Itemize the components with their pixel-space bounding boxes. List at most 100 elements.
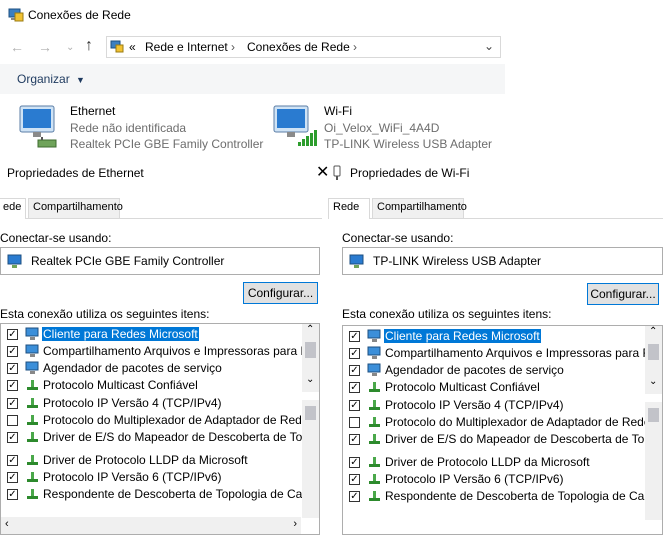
list-item[interactable]: Protocolo do Multiplexador de Adaptador … — [343, 414, 662, 431]
list-item[interactable]: ✓ Cliente para Redes Microsoft — [343, 328, 644, 345]
protocol-icon — [27, 415, 38, 425]
protocol-icon — [27, 380, 38, 390]
list-item[interactable]: ✓ Agendador de pacotes de serviço — [343, 362, 644, 379]
vertical-scrollbar-track[interactable] — [645, 402, 662, 520]
connection-name: Ethernet — [70, 104, 116, 118]
protocol-icon — [27, 472, 38, 482]
item-checkbox[interactable]: ✓ — [7, 398, 18, 409]
back-icon[interactable]: ← — [10, 39, 24, 55]
close-icon[interactable]: ✕ — [316, 162, 329, 182]
item-checkbox[interactable] — [349, 417, 360, 428]
item-checkbox[interactable]: ✓ — [7, 346, 18, 357]
organize-button[interactable]: Organizar ▼ — [17, 72, 85, 86]
scroll-thumb[interactable] — [648, 408, 659, 422]
scroll-up-icon[interactable]: ⌃ — [306, 324, 314, 335]
item-label: Compartilhamento Arquivos e Impressoras … — [43, 344, 320, 358]
horizontal-scrollbar[interactable]: ‹ › — [1, 517, 301, 534]
breadcrumb-conexoes[interactable]: Conexões de Rede — [247, 40, 350, 54]
item-checkbox[interactable] — [7, 415, 18, 426]
connection-status: Rede não identificada — [70, 121, 187, 135]
item-checkbox[interactable]: ✓ — [7, 455, 18, 466]
item-checkbox[interactable]: ✓ — [349, 457, 360, 468]
item-checkbox[interactable]: ✓ — [349, 348, 360, 359]
vertical-scrollbar-track[interactable] — [302, 400, 319, 518]
tab-compartilhamento[interactable]: Compartilhamento — [372, 198, 467, 218]
list-item[interactable]: ✓ Protocolo Multicast Confiável — [1, 377, 301, 394]
protocol-icon — [27, 432, 38, 442]
item-label: Respondente de Descoberta de Topologia d… — [385, 489, 663, 503]
list-item[interactable]: ✓ Cliente para Redes Microsoft — [1, 326, 301, 343]
scroll-down-icon[interactable]: ⌄ — [306, 374, 314, 385]
scroll-thumb[interactable] — [648, 344, 659, 360]
scroll-right-icon[interactable]: › — [293, 518, 297, 530]
components-list[interactable]: ✓ Cliente para Redes Microsoft ✓ Compartilh… — [342, 325, 663, 535]
vertical-scrollbar[interactable]: ⌃ ⌄ — [645, 326, 662, 394]
breadcrumb-separator-icon: › — [353, 40, 357, 54]
item-checkbox[interactable]: ✓ — [349, 382, 360, 393]
network-connections-icon — [8, 8, 24, 22]
list-item[interactable]: ✓ Driver de Protocolo LLDP da Microsoft — [1, 452, 301, 469]
recent-chevron-icon[interactable]: ⌄ — [66, 42, 74, 53]
breadcrumb-separator-icon: › — [231, 40, 235, 54]
tab-rede[interactable]: Rede — [328, 198, 370, 219]
list-item[interactable]: ✓ Respondente de Descoberta de Topologia … — [1, 486, 319, 503]
scroll-left-icon[interactable]: ‹ — [5, 518, 9, 530]
adapter-box: TP-LINK Wireless USB Adapter — [342, 247, 663, 275]
ethernet-dialog-title: Propriedades de Ethernet — [7, 166, 144, 180]
item-checkbox[interactable]: ✓ — [7, 329, 18, 340]
list-item[interactable]: ✓ Protocolo IP Versão 4 (TCP/IPv4) — [1, 395, 301, 412]
item-checkbox[interactable]: ✓ — [7, 489, 18, 500]
scroll-thumb[interactable] — [305, 406, 316, 420]
wifi-adapter-icon — [273, 105, 317, 146]
item-checkbox[interactable]: ✓ — [349, 331, 360, 342]
list-item[interactable]: ✓ Compartilhamento Arquivos e Impressoras… — [1, 343, 319, 360]
command-bar: Organizar ▼ — [0, 64, 505, 94]
address-dropdown-icon[interactable]: ⌄ — [484, 39, 494, 53]
item-label: Driver de E/S do Mapeador de Descoberta … — [385, 432, 663, 446]
protocol-icon — [369, 400, 380, 410]
item-label: Protocolo IP Versão 4 (TCP/IPv4) — [385, 398, 564, 412]
network-client-icon — [25, 327, 39, 340]
vertical-scrollbar[interactable]: ⌃ ⌄ — [302, 324, 319, 392]
item-checkbox[interactable]: ✓ — [349, 365, 360, 376]
scroll-thumb[interactable] — [305, 342, 316, 358]
scroll-down-icon[interactable]: ⌄ — [649, 376, 657, 387]
item-label: Protocolo Multicast Confiável — [43, 378, 198, 392]
tab-rede[interactable]: ede — [0, 198, 26, 219]
network-client-icon — [25, 344, 39, 357]
scroll-up-icon[interactable]: ⌃ — [649, 326, 657, 337]
item-checkbox[interactable]: ✓ — [349, 474, 360, 485]
configure-button[interactable]: Configurar... — [243, 282, 318, 304]
list-item[interactable]: ✓ Driver de E/S do Mapeador de Descoberta… — [1, 429, 319, 446]
item-checkbox[interactable]: ✓ — [7, 432, 18, 443]
up-icon[interactable]: ↑ — [85, 37, 93, 55]
list-item[interactable]: ✓ Compartilhamento Arquivos e Impressoras… — [343, 345, 662, 362]
address-bar[interactable]: « Rede e Internet › Conexões de Rede › ⌄ — [106, 36, 501, 58]
list-item[interactable]: ✓ Protocolo IP Versão 6 (TCP/IPv6) — [343, 471, 644, 488]
item-checkbox[interactable]: ✓ — [349, 491, 360, 502]
list-item[interactable]: ✓ Protocolo IP Versão 6 (TCP/IPv6) — [1, 469, 301, 486]
list-item[interactable]: ✓ Respondente de Descoberta de Topologia … — [343, 488, 662, 505]
item-label: Agendador de pacotes de serviço — [43, 361, 222, 375]
item-checkbox[interactable]: ✓ — [7, 363, 18, 374]
components-list[interactable]: ✓ Cliente para Redes Microsoft ✓ Compartilh… — [0, 323, 320, 535]
item-checkbox[interactable]: ✓ — [7, 472, 18, 483]
list-item[interactable]: Protocolo do Multiplexador de Adaptador … — [1, 412, 319, 429]
item-checkbox[interactable]: ✓ — [349, 400, 360, 411]
tab-compartilhamento[interactable]: Compartilhamento — [28, 198, 123, 218]
wifi-dialog-title: Propriedades de Wi-Fi — [350, 166, 470, 180]
configure-button[interactable]: Configurar... — [587, 283, 659, 305]
item-checkbox[interactable]: ✓ — [7, 380, 18, 391]
breadcrumb-rede-internet[interactable]: Rede e Internet — [145, 40, 228, 54]
forward-icon[interactable]: → — [38, 39, 52, 55]
protocol-icon — [369, 434, 380, 444]
connection-name: Wi-Fi — [324, 104, 352, 118]
list-item[interactable]: ✓ Agendador de pacotes de serviço — [1, 360, 301, 377]
breadcrumb-overflow[interactable]: « — [129, 40, 136, 54]
list-item[interactable]: ✓ Driver de E/S do Mapeador de Descoberta… — [343, 431, 662, 448]
list-item[interactable]: ✓ Protocolo IP Versão 4 (TCP/IPv4) — [343, 397, 644, 414]
list-item[interactable]: ✓ Protocolo Multicast Confiável — [343, 379, 644, 396]
item-checkbox[interactable]: ✓ — [349, 434, 360, 445]
address-network-icon — [110, 40, 124, 53]
list-item[interactable]: ✓ Driver de Protocolo LLDP da Microsoft — [343, 454, 644, 471]
